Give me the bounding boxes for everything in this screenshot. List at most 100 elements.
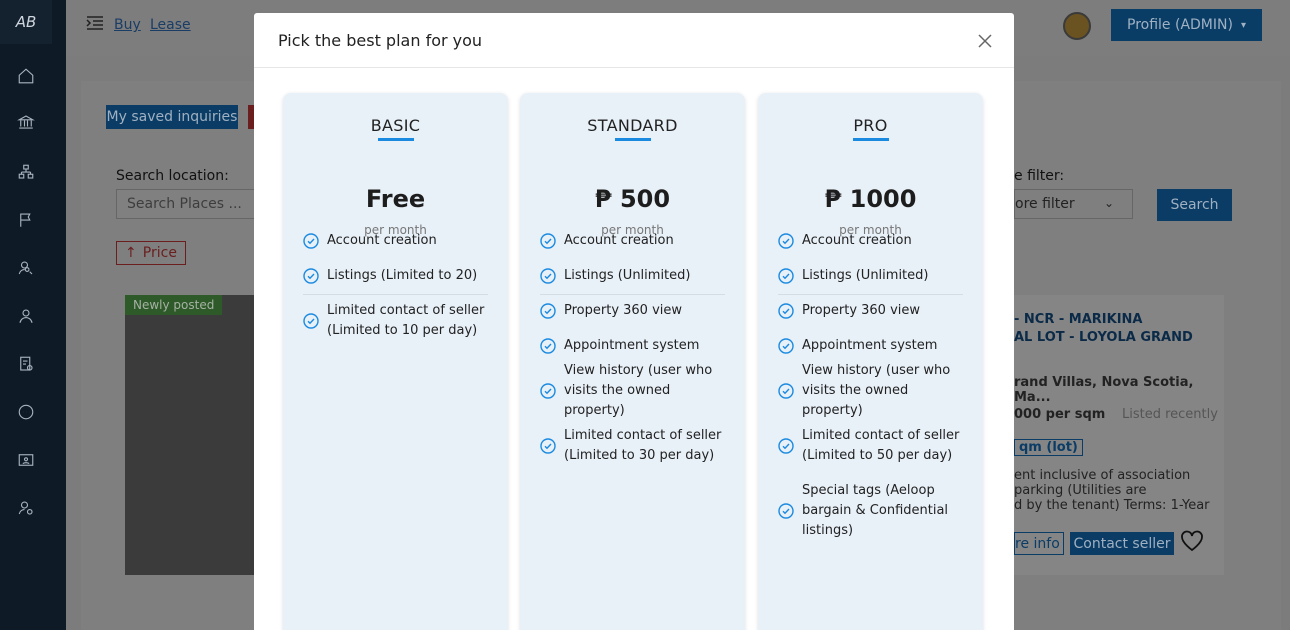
sitemap-icon[interactable]	[17, 163, 35, 181]
plan-feature: View history (user who visits the owned …	[778, 363, 963, 418]
plan-feature: Listings (Unlimited)	[778, 266, 963, 286]
modal-title: Pick the best plan for you	[278, 31, 483, 50]
listing-desc-3: d by the tenant) Terms: 1-Year	[1014, 498, 1210, 513]
check-circle-icon	[540, 383, 556, 399]
logo-text: AB	[15, 13, 37, 31]
plan-modal: Pick the best plan for you BASIC Free per …	[254, 13, 1014, 630]
plan-feature: Listings (Unlimited)	[540, 266, 725, 286]
user-icon[interactable]	[17, 307, 35, 325]
plan-feature-text: Property 360 view	[802, 303, 921, 318]
sidebar: AB	[0, 0, 66, 630]
plan-price: Free	[365, 185, 426, 213]
plan-feature: Appointment system	[540, 336, 725, 356]
more-info-button[interactable]: re info	[1014, 532, 1064, 555]
search-location-input[interactable]: Search Places ...	[116, 189, 256, 219]
plan-feature-text: Listings (Unlimited)	[802, 268, 929, 283]
check-circle-icon	[540, 303, 556, 319]
id-card-icon[interactable]	[17, 451, 35, 469]
listing-photo[interactable]: Newly posted	[125, 295, 255, 575]
close-icon[interactable]	[976, 32, 994, 50]
price-sort-button[interactable]: ↑ Price	[116, 241, 186, 265]
users-search-icon[interactable]	[17, 259, 35, 277]
menu-toggle-icon[interactable]	[86, 15, 104, 31]
plan-divider	[303, 294, 488, 295]
app-logo[interactable]: AB	[0, 0, 52, 44]
plan-feature-text: Account creation	[327, 233, 437, 248]
plan-feature-text: View history (user who visits the owned …	[802, 363, 951, 418]
plan-card-standard[interactable]: STANDARD ₱ 500 per month Account creation Li…	[520, 93, 745, 630]
plan-feature: Limited contact of seller (Limited to 10…	[303, 301, 488, 341]
newly-posted-badge: Newly posted	[125, 295, 223, 315]
plan-feature: View history (user who visits the owned …	[540, 363, 725, 418]
heart-icon[interactable]	[1180, 530, 1204, 552]
check-circle-icon	[303, 313, 319, 329]
plan-feature-text: Listings (Limited to 20)	[327, 268, 478, 283]
plan-divider	[778, 294, 963, 295]
listing-desc-2: parking (Utilities are	[1014, 483, 1147, 498]
plan-price: ₱ 500	[594, 185, 671, 213]
profile-label: Profile (ADMIN)	[1127, 17, 1233, 33]
profile-menu-button[interactable]: Profile (ADMIN) ▾	[1111, 9, 1262, 41]
plan-feature: Special tags (Aeloop bargain & Confident…	[778, 481, 963, 541]
plan-feature: Property 360 view	[540, 301, 725, 321]
listing-title-line1[interactable]: - NCR - MARIKINA	[1014, 312, 1143, 327]
check-circle-icon	[540, 233, 556, 249]
check-circle-icon	[778, 438, 794, 454]
listing-date: Listed recently	[1122, 407, 1218, 422]
plan-divider	[540, 294, 725, 295]
area-badge: qm (lot)	[1014, 439, 1083, 456]
listing-desc-1: ent inclusive of association	[1014, 468, 1191, 483]
plan-name: BASIC	[370, 116, 421, 135]
check-circle-icon	[540, 268, 556, 284]
document-user-icon[interactable]	[17, 355, 35, 373]
check-circle-icon	[778, 338, 794, 354]
plan-feature-text: Property 360 view	[564, 303, 683, 318]
chevron-down-icon: ▾	[1240, 19, 1246, 31]
user-settings-icon[interactable]	[17, 499, 35, 517]
plan-name-underline	[614, 138, 651, 141]
check-circle-icon	[778, 303, 794, 319]
plan-feature: Account creation	[303, 231, 488, 251]
arrow-up-icon: ↑	[125, 245, 137, 261]
search-location-label: Search location:	[116, 168, 229, 184]
avatar[interactable]	[1063, 12, 1091, 40]
check-circle-icon	[303, 233, 319, 249]
plan-feature-text: Limited contact of seller (Limited to 10…	[327, 303, 485, 338]
plan-feature-text: Listings (Unlimited)	[564, 268, 691, 283]
check-circle-icon	[778, 503, 794, 519]
filter-select-value: ore filter	[1015, 196, 1075, 212]
check-circle-icon	[778, 233, 794, 249]
plan-feature: Listings (Limited to 20)	[303, 266, 488, 286]
chat-icon[interactable]	[17, 403, 35, 421]
price-sort-label: Price	[142, 245, 177, 261]
plan-card-basic[interactable]: BASIC Free per month Account creation Listin…	[283, 93, 508, 630]
contact-seller-button[interactable]: Contact seller	[1070, 532, 1174, 555]
plan-name-underline	[377, 138, 414, 141]
nav-lease-link[interactable]: Lease	[150, 17, 191, 33]
check-circle-icon	[778, 268, 794, 284]
bank-icon[interactable]	[17, 113, 35, 131]
plan-feature-text: Account creation	[564, 233, 674, 248]
plan-card-pro[interactable]: PRO ₱ 1000 per month Account creation Listin…	[758, 93, 983, 630]
plan-feature-text: View history (user who visits the owned …	[564, 363, 713, 418]
filter-label: e filter:	[1014, 168, 1065, 184]
filter-select[interactable]: ore filter ⌄	[1014, 189, 1133, 219]
plan-feature-text: Account creation	[802, 233, 912, 248]
check-circle-icon	[540, 438, 556, 454]
plan-feature-text: Special tags (Aeloop bargain & Confident…	[802, 483, 949, 538]
listing-price: 000 per sqm	[1014, 407, 1106, 422]
saved-inquiries-button[interactable]: My saved inquiries	[106, 105, 238, 129]
search-button[interactable]: Search	[1157, 189, 1232, 221]
plan-feature: Property 360 view	[778, 301, 963, 321]
plan-name-underline	[852, 138, 889, 141]
plan-feature: Appointment system	[778, 336, 963, 356]
plan-feature-text: Appointment system	[802, 338, 938, 353]
home-icon[interactable]	[17, 67, 35, 85]
flag-icon[interactable]	[17, 211, 35, 229]
plan-feature: Limited contact of seller (Limited to 50…	[778, 426, 963, 466]
plan-feature: Account creation	[540, 231, 725, 251]
nav-buy-link[interactable]: Buy	[114, 17, 141, 33]
listing-title-line2[interactable]: AL LOT - LOYOLA GRAND	[1014, 330, 1193, 345]
chevron-down-icon: ⌄	[1103, 196, 1114, 210]
modal-header: Pick the best plan for you	[254, 13, 1014, 68]
